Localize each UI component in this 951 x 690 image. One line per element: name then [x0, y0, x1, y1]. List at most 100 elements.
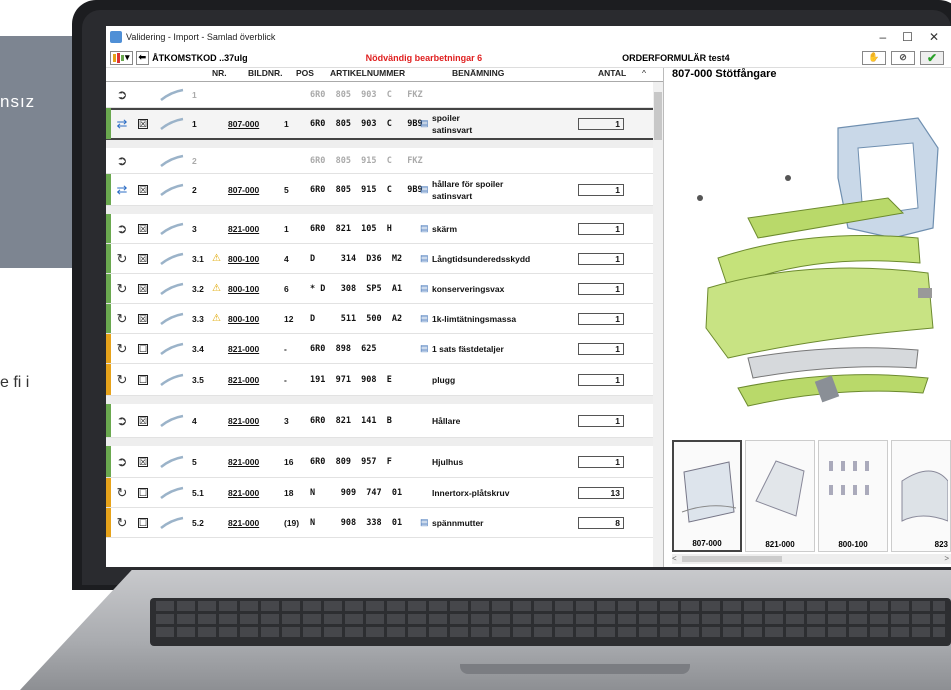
- col-nr[interactable]: NR.: [212, 68, 248, 81]
- quantity-field[interactable]: 1: [578, 222, 624, 235]
- scroll-up-icon[interactable]: ^: [638, 68, 650, 81]
- part-thumbnail: [152, 274, 192, 303]
- quantity-field[interactable]: 1: [578, 414, 624, 427]
- status-strip: [106, 174, 111, 205]
- table-row[interactable]: ↻ ☐ 3.4 821-000-6R0 898 625 ▤ 1 sats fästdeta…: [106, 334, 663, 364]
- quantity-field[interactable]: 1: [578, 312, 624, 325]
- quantity-cell: 1: [578, 373, 624, 386]
- table-row[interactable]: ➲ 1 6R0 805 903 C FKZ: [106, 82, 663, 108]
- part-thumbnail: [152, 446, 192, 477]
- row-checkbox[interactable]: ☒: [138, 118, 152, 129]
- col-antal[interactable]: ANTAL: [598, 68, 638, 81]
- col-artikelnummer[interactable]: ARTIKELNUMMER: [330, 68, 452, 81]
- part-name: 1k-limtätningsmassa: [432, 313, 517, 324]
- arrow-right-circle-icon[interactable]: ➲: [106, 153, 138, 169]
- row-checkbox[interactable]: ☒: [138, 313, 152, 324]
- row-checkbox[interactable]: ☒: [138, 253, 152, 264]
- arrow-right-circle-icon[interactable]: ➲: [106, 87, 138, 103]
- bildnr-link[interactable]: 821-000: [228, 224, 276, 234]
- thumbnail-807-000[interactable]: 807-000: [672, 440, 742, 552]
- table-row[interactable]: ➲ ☒ 3 821-000 1 6R0 821 105 H ▤ skärm 1: [106, 214, 663, 244]
- table-row[interactable]: ↻ ☐ 3.5 821-000-191 971 908 Eplugg 1: [106, 364, 663, 396]
- table-row[interactable]: ↻ ☐ 5.2 821-000 (19) N 908 338 01 ▤ spännmutter…: [106, 508, 663, 538]
- thumbnail-823[interactable]: 823: [891, 440, 951, 552]
- info-icon[interactable]: ▤: [420, 118, 432, 129]
- quantity-field[interactable]: 1: [578, 252, 624, 265]
- info-icon[interactable]: ▤: [420, 517, 432, 528]
- quantity-field[interactable]: 1: [578, 455, 624, 468]
- quantity-field[interactable]: 13: [578, 486, 624, 499]
- info-icon[interactable]: ▤: [420, 343, 432, 354]
- row-checkbox[interactable]: ☐: [138, 374, 152, 385]
- bildnr-link[interactable]: 821-000: [228, 416, 276, 426]
- exploded-parts-diagram[interactable]: [688, 88, 951, 428]
- row-checkbox[interactable]: ☐: [138, 517, 152, 528]
- quantity-field[interactable]: 1: [578, 373, 624, 386]
- info-icon[interactable]: ▤: [420, 223, 432, 234]
- table-row[interactable]: ↻ ☒ 3.1 ⚠ 800-100 4 D 314 D36 M2 ▤ Långtidsunder…: [106, 244, 663, 274]
- row-pos: 1: [284, 223, 289, 234]
- row-nr: 5.1: [192, 487, 204, 498]
- quantity-field[interactable]: 1: [578, 183, 624, 196]
- col-bildnr[interactable]: BILDNR.: [248, 68, 296, 81]
- info-icon[interactable]: ▤: [420, 253, 432, 264]
- window-title: Validering - Import - Samlad överblick: [126, 32, 276, 42]
- bildnr-link[interactable]: 821-000: [228, 375, 276, 385]
- part-thumbnail: [152, 364, 192, 395]
- bildnr-link[interactable]: 821-000: [228, 488, 276, 498]
- bildnr-link[interactable]: 821-000: [228, 457, 276, 467]
- bildnr-link[interactable]: 821-000: [228, 344, 276, 354]
- table-row[interactable]: ↻ ☒ 3.2 ⚠ 800-100 6 * D 308 SP5 A1 ▤ konserverin…: [106, 274, 663, 304]
- row-nr: 3.5: [192, 374, 204, 385]
- part-name: Hållare: [432, 415, 461, 426]
- background-text: e fi i: [0, 374, 30, 391]
- thumbnail-821-000[interactable]: 821-000: [745, 440, 815, 552]
- exclude-icon[interactable]: ⊘: [891, 50, 915, 65]
- quantity-field[interactable]: 1: [578, 342, 624, 355]
- info-icon[interactable]: ▤: [420, 184, 432, 195]
- close-button[interactable]: ✕: [929, 30, 939, 44]
- row-checkbox[interactable]: ☒: [138, 223, 152, 234]
- row-checkbox[interactable]: ☒: [138, 184, 152, 195]
- quantity-cell: 1: [578, 252, 624, 265]
- info-icon[interactable]: ▤: [420, 313, 432, 324]
- table-row[interactable]: ➲ 2 6R0 805 915 C FKZ: [106, 148, 663, 174]
- row-checkbox[interactable]: ☐: [138, 343, 152, 354]
- table-row[interactable]: ⇄ ☒ 1 807-000 1 6R0 805 903 C 9B9 ▤ spoiler sati…: [106, 108, 663, 140]
- quantity-field[interactable]: 1: [578, 117, 624, 130]
- bildnr-link[interactable]: 821-000: [228, 518, 276, 528]
- maximize-button[interactable]: ☐: [902, 30, 913, 44]
- bildnr-link[interactable]: 800-100: [228, 254, 276, 264]
- row-nr: 3: [192, 223, 197, 234]
- status-strip: [106, 274, 111, 303]
- thumbnail-800-100[interactable]: 800-100: [818, 440, 888, 552]
- row-separator: [106, 140, 663, 148]
- row-checkbox[interactable]: ☒: [138, 283, 152, 294]
- table-row[interactable]: ↻ ☒ 3.3 ⚠ 800-100 12 D 511 500 A2 ▤ 1k-limtätnin…: [106, 304, 663, 334]
- bildnr-link[interactable]: 800-100: [228, 284, 276, 294]
- hand-icon[interactable]: ✋: [862, 50, 886, 65]
- table-row[interactable]: ⇄ ☒ 2 807-000 5 6R0 805 915 C 9B9 ▤ hållare för…: [106, 174, 663, 206]
- table-row[interactable]: ➲ ☒ 4 821-000 3 6R0 821 141 B Hållare 1: [106, 404, 663, 438]
- quantity-field[interactable]: 8: [578, 516, 624, 529]
- bildnr-link[interactable]: 807-000: [228, 119, 276, 129]
- vertical-scrollbar[interactable]: [653, 82, 663, 567]
- row-separator: [106, 396, 663, 404]
- quantity-field[interactable]: 1: [578, 282, 624, 295]
- minimize-button[interactable]: –: [879, 30, 886, 44]
- table-row[interactable]: ➲ ☒ 5 821-000 16 6R0 809 957 F Hjulhus 1: [106, 446, 663, 478]
- col-benamning[interactable]: BENÄMNING: [452, 68, 598, 81]
- bildnr-link[interactable]: 800-100: [228, 314, 276, 324]
- row-checkbox[interactable]: ☒: [138, 456, 152, 467]
- horizontal-scrollbar[interactable]: < >: [672, 554, 951, 564]
- row-checkbox[interactable]: ☐: [138, 487, 152, 498]
- info-icon[interactable]: ▤: [420, 283, 432, 294]
- col-pos[interactable]: POS: [296, 68, 330, 81]
- table-row[interactable]: ↻ ☐ 5.1 821-000 18 N 909 747 01 Innertorx-plåt…: [106, 478, 663, 508]
- back-icon[interactable]: ⬅: [135, 50, 150, 65]
- row-checkbox[interactable]: ☒: [138, 415, 152, 426]
- status-bars-icon[interactable]: ▾: [110, 50, 133, 65]
- bildnr-link[interactable]: 807-000: [228, 185, 276, 195]
- part-thumbnail: [152, 214, 192, 243]
- confirm-check-icon[interactable]: ✔: [920, 50, 944, 65]
